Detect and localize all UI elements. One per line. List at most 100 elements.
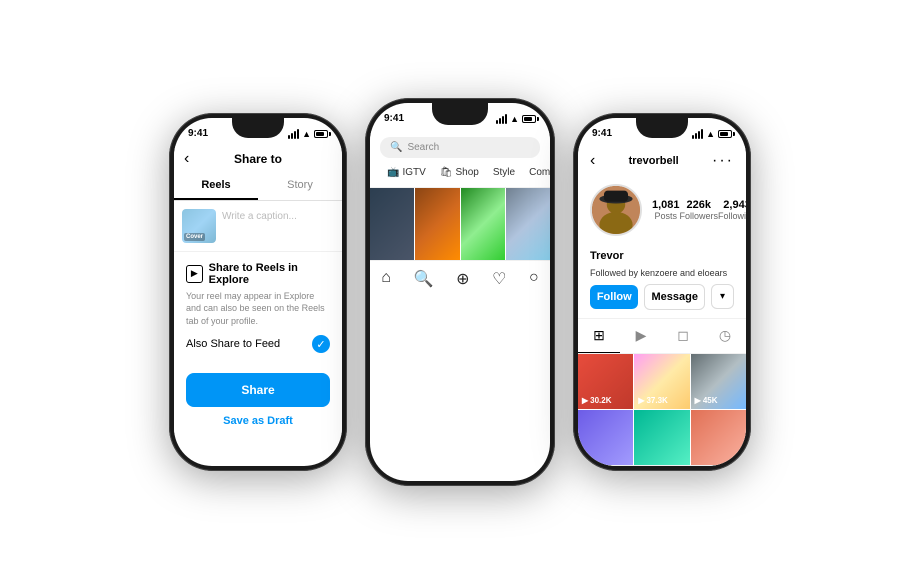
profile-thumb-5[interactable] — [634, 410, 689, 465]
phone2-screen: 9:41 ▲ 🔍 — [370, 103, 550, 481]
view-count-3: ▶45K — [695, 396, 718, 405]
profile-name-row: Trevor — [578, 244, 746, 268]
tab-story[interactable]: Story — [258, 172, 342, 200]
profile-nav: ‹ trevorbell ··· — [578, 146, 746, 176]
tab-reels[interactable]: Reels — [174, 172, 258, 200]
message-button[interactable]: Message — [644, 284, 704, 310]
profile-tabs: ⊞ ▶ ◻ ◷ — [578, 318, 746, 354]
filter-tabs: 📺IGTV 🛍Shop Style Comics TV & Movie — [370, 164, 550, 188]
profile-name: Trevor — [590, 250, 624, 262]
filter-tab-style[interactable]: Style — [486, 164, 522, 181]
wifi-icon: ▲ — [302, 129, 311, 139]
profile-stats: 1,081 Posts 226k Followers 2,943 Followi… — [652, 199, 746, 221]
caption-input[interactable]: Write a caption... — [222, 209, 334, 222]
dropdown-button[interactable]: ▾ — [711, 284, 734, 309]
back-button[interactable]: ‹ — [184, 150, 189, 168]
nav-bar-1: ‹ Share to — [174, 146, 342, 172]
signal-icon-3 — [692, 129, 703, 139]
phone1-screen: 9:41 ▲ ‹ Share to — [174, 118, 342, 466]
posts-count: 1,081 — [652, 199, 680, 211]
phone-explore: 9:41 ▲ 🔍 — [365, 98, 555, 486]
profile-avatar — [590, 184, 642, 236]
time-1: 9:41 — [188, 128, 208, 139]
search-bar-row: 🔍 Search — [370, 131, 550, 164]
thumb-2[interactable] — [415, 188, 459, 260]
followed-by-text: Followed by kenzoere and eloears — [578, 268, 746, 284]
profile-thumb-2[interactable]: ▶37.3K — [634, 354, 689, 409]
notch — [232, 118, 284, 138]
filter-tab-shop[interactable]: 🛍Shop — [433, 164, 486, 181]
profile-tab-reels[interactable]: ▶ — [620, 319, 662, 353]
phone-share: 9:41 ▲ ‹ Share to — [169, 113, 347, 471]
nav-title-1: Share to — [234, 152, 282, 166]
view-count-1: ▶30.2K — [582, 396, 612, 405]
search-placeholder: Search — [407, 142, 439, 153]
phone1-content: ‹ Share to Reels Story Cover Write a cap… — [174, 146, 342, 436]
share-button[interactable]: Share — [186, 373, 330, 407]
followers-label: Followers — [680, 211, 719, 221]
share-explore-row: ▶ Share to Reels in Explore — [186, 262, 330, 286]
phone2-content: 🔍 Search 📺IGTV 🛍Shop Style Comics TV & M… — [370, 131, 550, 297]
add-icon[interactable]: ⊕ — [456, 269, 469, 289]
profile-username: trevorbell — [629, 155, 679, 167]
stat-following[interactable]: 2,943 Following — [718, 199, 746, 221]
thumbnail-grid — [370, 188, 550, 260]
view-count-2: ▶37.3K — [638, 396, 668, 405]
bottom-nav-2: ⌂ 🔍 ⊕ ♡ ○ — [370, 260, 550, 297]
following-label: Following — [718, 211, 746, 221]
thumb-4[interactable] — [506, 188, 550, 260]
profile-tab-mentions[interactable]: ◷ — [704, 319, 746, 353]
profile-tab-grid[interactable]: ⊞ — [578, 319, 620, 353]
caption-row: Cover Write a caption... — [174, 201, 342, 251]
thumb-1[interactable] — [370, 188, 414, 260]
heart-icon[interactable]: ♡ — [492, 269, 506, 289]
profile-thumb-1[interactable]: ▶30.2K — [578, 354, 633, 409]
stat-followers[interactable]: 226k Followers — [680, 199, 719, 221]
battery-icon-3 — [718, 130, 732, 138]
save-draft-button[interactable]: Save as Draft — [186, 415, 330, 427]
following-count: 2,943 — [718, 199, 746, 211]
followers-count: 226k — [680, 199, 719, 211]
also-share-toggle[interactable]: ✓ — [312, 335, 330, 353]
follow-button[interactable]: Follow — [590, 285, 638, 309]
status-icons-3: ▲ — [692, 129, 732, 139]
signal-icon — [288, 129, 299, 139]
share-section: ▶ Share to Reels in Explore Your reel ma… — [174, 252, 342, 364]
notch-2 — [432, 103, 488, 125]
profile-tab-tagged[interactable]: ◻ — [662, 319, 704, 353]
search-nav-icon[interactable]: 🔍 — [414, 269, 434, 289]
profile-actions: Follow Message ▾ — [578, 284, 746, 318]
battery-icon — [314, 130, 328, 138]
filter-tab-comics[interactable]: Comics — [522, 164, 550, 181]
status-icons-2: ▲ — [496, 114, 536, 124]
signal-icon-2 — [496, 114, 507, 124]
status-icons-1: ▲ — [288, 129, 328, 139]
search-input-box[interactable]: 🔍 Search — [380, 137, 540, 158]
profile-grid: ▶30.2K ▶37.3K ▶45K — [578, 354, 746, 466]
thumb-3[interactable] — [461, 188, 505, 260]
profile-back-button[interactable]: ‹ — [590, 152, 595, 170]
share-explore-desc: Your reel may appear in Explore and can … — [186, 290, 330, 328]
more-options-icon[interactable]: ··· — [712, 152, 734, 170]
cover-label: Cover — [184, 233, 205, 241]
avatar-image — [592, 184, 640, 236]
profile-thumb-4[interactable] — [578, 410, 633, 465]
phone3-screen: 9:41 ▲ ‹ trevorbell — [578, 118, 746, 466]
reels-icon: ▶ — [186, 265, 203, 283]
scene: 9:41 ▲ ‹ Share to — [0, 0, 920, 583]
profile-thumb-3[interactable]: ▶45K — [691, 354, 746, 409]
battery-icon-2 — [522, 115, 536, 123]
time-3: 9:41 — [592, 128, 612, 139]
also-share-row: Also Share to Feed ✓ — [186, 335, 330, 353]
also-share-label: Also Share to Feed — [186, 338, 280, 350]
wifi-icon-3: ▲ — [706, 129, 715, 139]
profile-icon[interactable]: ○ — [529, 269, 539, 289]
tabs-row: Reels Story — [174, 172, 342, 201]
home-icon[interactable]: ⌂ — [381, 269, 391, 289]
share-explore-title: Share to Reels in Explore — [209, 262, 330, 286]
wifi-icon-2: ▲ — [510, 114, 519, 124]
profile-thumb-6[interactable] — [691, 410, 746, 465]
filter-tab-igtv[interactable]: 📺IGTV — [380, 164, 433, 181]
stat-posts: 1,081 Posts — [652, 199, 680, 221]
time-2: 9:41 — [384, 113, 404, 124]
